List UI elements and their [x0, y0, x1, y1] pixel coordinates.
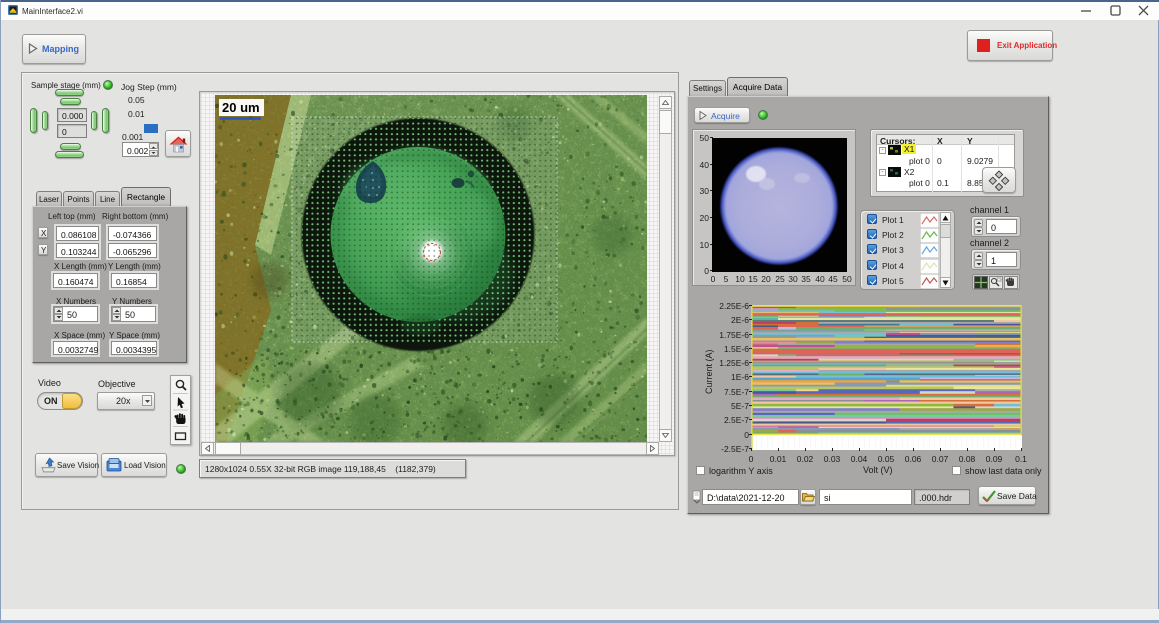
svg-text:20 um: 20 um	[222, 100, 260, 115]
